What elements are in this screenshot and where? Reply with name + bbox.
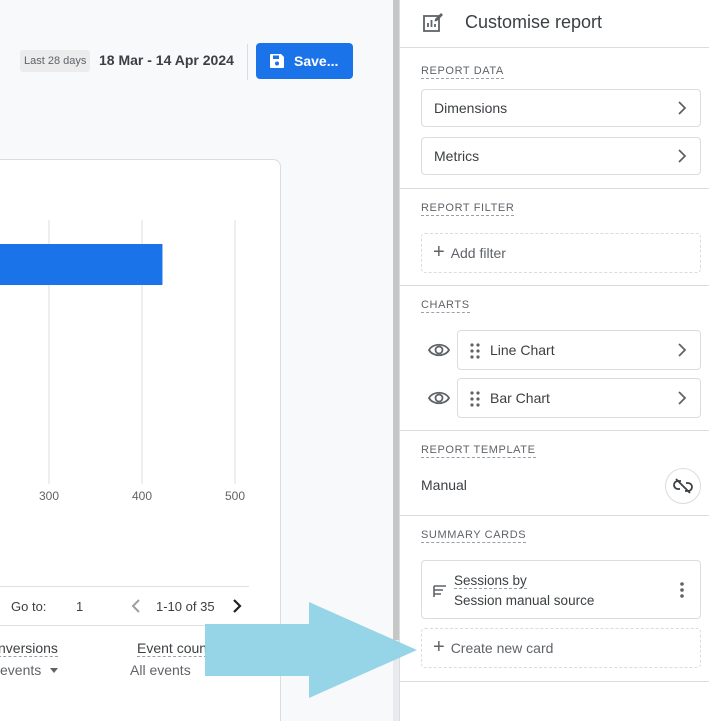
bar-chart-label: Bar Chart [490, 390, 550, 406]
pager-divider [0, 586, 249, 587]
line-chart-row[interactable]: Line Chart [457, 330, 701, 370]
panel-title: Customise report [465, 12, 603, 32]
section-label-report-filter: REPORT FILTER [421, 202, 515, 216]
section-divider [400, 430, 709, 431]
x-tick-label: 300 [39, 489, 59, 503]
bar[interactable] [0, 244, 163, 285]
create-new-card-label: Create new card [450, 640, 554, 656]
add-filter-label: Add filter [450, 245, 506, 261]
eye-icon[interactable] [428, 387, 450, 409]
add-filter-button[interactable]: + Add filter [421, 233, 701, 273]
goto-label: Go to: [11, 599, 47, 614]
plus-icon: + [433, 241, 445, 263]
column-header-conversions[interactable]: nversions [0, 640, 58, 657]
chevron-right-icon [678, 101, 687, 115]
goto-page-input[interactable]: 1 [76, 599, 83, 614]
panel-header: Customise report [400, 0, 709, 48]
summary-card[interactable]: Sessions by Session manual source [421, 560, 701, 619]
chevron-right-icon [678, 149, 687, 163]
section-divider [400, 681, 709, 682]
bar-chart-row[interactable]: Bar Chart [457, 378, 701, 418]
plus-icon: + [433, 636, 445, 658]
dimensions-label: Dimensions [434, 100, 508, 116]
section-divider [400, 515, 709, 516]
drag-handle-icon[interactable] [470, 391, 480, 407]
x-tick-label: 500 [225, 489, 245, 503]
section-divider [400, 188, 709, 189]
drag-handle-icon[interactable] [470, 343, 480, 359]
link-off-icon [673, 478, 693, 494]
x-tick-label: 400 [132, 489, 152, 503]
section-divider [400, 285, 709, 286]
callout-arrow-icon [205, 602, 417, 698]
section-label-charts: CHARTS [421, 299, 470, 313]
more-vert-icon[interactable] [677, 581, 687, 599]
eye-icon[interactable] [428, 339, 450, 361]
chevron-right-icon [678, 391, 687, 405]
metrics-row[interactable]: Metrics [421, 137, 701, 175]
summary-card-title: Sessions by [454, 573, 527, 589]
metrics-label: Metrics [434, 148, 480, 164]
customise-report-panel: Customise report REPORT DATA Dimensions … [399, 0, 709, 721]
create-new-card-button[interactable]: + Create new card [421, 628, 701, 668]
column-filter-conversions[interactable]: events [0, 662, 41, 678]
section-label-report-template: REPORT TEMPLATE [421, 444, 536, 458]
dropdown-arrow-icon[interactable] [50, 668, 58, 673]
edit-chart-icon [423, 13, 443, 32]
dimensions-row[interactable]: Dimensions [421, 89, 701, 127]
section-label-summary-cards: SUMMARY CARDS [421, 529, 527, 543]
chevron-right-icon [678, 343, 687, 357]
column-header-event-count[interactable]: Event count [137, 640, 207, 657]
line-chart-label: Line Chart [490, 342, 555, 358]
section-label-report-data: REPORT DATA [421, 65, 504, 79]
unlink-template-button[interactable] [665, 468, 701, 504]
card-list-icon [433, 585, 446, 597]
summary-card-subtitle: Session manual source [454, 593, 595, 608]
template-value: Manual [421, 477, 467, 493]
column-filter-event-count[interactable]: All events [130, 662, 191, 678]
chevron-left-icon[interactable] [128, 597, 146, 615]
